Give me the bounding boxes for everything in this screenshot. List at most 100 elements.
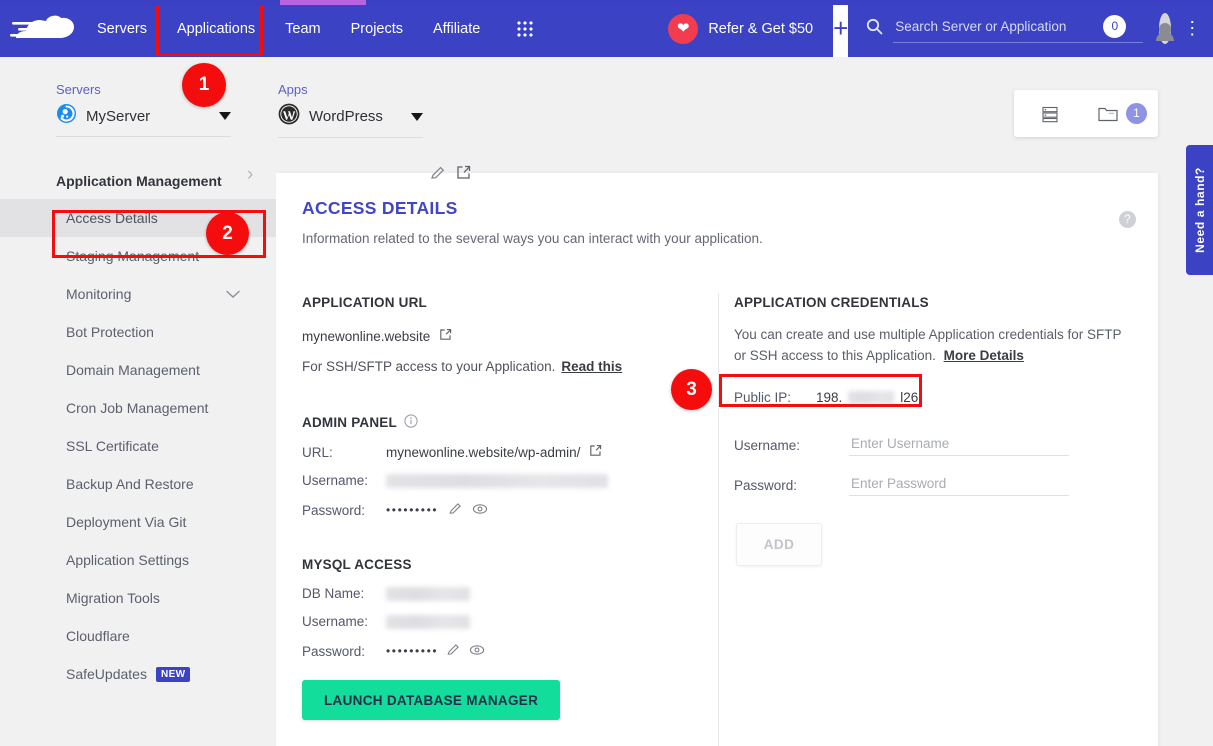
application-credentials-heading: APPLICATION CREDENTIALS	[734, 295, 1144, 310]
cloudways-logo[interactable]	[10, 9, 82, 49]
public-ip-suffix: l26	[900, 390, 918, 405]
application-url-row: mynewonline.website	[302, 327, 702, 345]
nav-item-team[interactable]: Team	[270, 0, 335, 57]
app-dropdown-caret[interactable]	[411, 113, 423, 121]
credentials-password-label: Password:	[734, 478, 849, 493]
main-nav: Servers Applications Team Projects Affil…	[82, 0, 543, 57]
sidebar-item-application-settings[interactable]: Application Settings	[0, 541, 276, 579]
application-url-heading: APPLICATION URL	[302, 295, 702, 310]
search-input[interactable]	[893, 18, 1103, 35]
folder-count-badge: 1	[1126, 103, 1147, 124]
search-field-wrapper: 0	[893, 15, 1143, 43]
sidebar-item-monitoring[interactable]: Monitoring	[0, 275, 276, 313]
pencil-icon[interactable]	[430, 165, 446, 186]
right-column: APPLICATION CREDENTIALS You can create a…	[734, 295, 1144, 566]
sidebar-item-cron-job-management[interactable]: Cron Job Management	[0, 389, 276, 427]
add-new-button[interactable]: +	[833, 0, 848, 57]
annotation-badge-1: 1	[182, 63, 226, 107]
more-details-link[interactable]: More Details	[944, 348, 1024, 363]
nav-item-projects[interactable]: Projects	[336, 0, 418, 57]
sidebar-item-label: SafeUpdates	[66, 666, 147, 682]
admin-username-value-masked	[386, 474, 608, 488]
add-credential-button[interactable]: ADD	[736, 523, 822, 566]
sidebar-item-label: Staging Management	[66, 248, 199, 264]
credentials-password-row: Password:	[734, 475, 1144, 496]
need-a-hand-tab[interactable]: Need a hand?	[1186, 145, 1213, 275]
application-url-value: mynewonline.website	[302, 329, 430, 344]
public-ip-row: Public IP: 198. l26	[734, 390, 1144, 405]
sidebar-item-backup-and-restore[interactable]: Backup And Restore	[0, 465, 276, 503]
mysql-username-label: Username:	[302, 614, 386, 629]
admin-panel-heading: ADMIN PANEL	[302, 414, 702, 431]
server-dropdown-caret[interactable]	[219, 112, 231, 120]
annotation-badge-3: 3	[671, 369, 712, 410]
credentials-password-field-wrapper	[849, 475, 1069, 496]
application-credentials-description: You can create and use multiple Applicat…	[734, 325, 1134, 367]
credentials-username-field-wrapper	[849, 435, 1069, 456]
sidebar-item-label: Cron Job Management	[66, 400, 208, 416]
sidebar-item-deployment-via-git[interactable]: Deployment Via Git	[0, 503, 276, 541]
read-this-link[interactable]: Read this	[561, 359, 622, 374]
server-cloud-icon	[56, 103, 77, 129]
sidebar-item-domain-management[interactable]: Domain Management	[0, 351, 276, 389]
wordpress-icon	[278, 103, 300, 130]
progress-fill	[280, 0, 366, 5]
need-a-hand-label: Need a hand?	[1193, 167, 1207, 253]
external-link-icon[interactable]	[438, 327, 453, 345]
credentials-username-input[interactable]	[849, 435, 1069, 452]
sidebar-item-label: Domain Management	[66, 362, 200, 378]
eye-icon[interactable]	[472, 502, 488, 519]
top-progress-bar	[0, 0, 1213, 5]
external-link-icon[interactable]	[588, 443, 603, 461]
sidebar-item-label: Application Settings	[66, 552, 189, 568]
mysql-dbname-row: DB Name:	[302, 586, 702, 601]
page-title: ACCESS DETAILS	[302, 198, 458, 219]
sidebar-item-label: Monitoring	[66, 286, 131, 302]
sidebar-item-label: Access Details	[66, 210, 158, 226]
nav-item-servers[interactable]: Servers	[82, 0, 162, 57]
launch-database-manager-button[interactable]: LAUNCH DATABASE MANAGER	[302, 680, 560, 720]
folder-view-button[interactable]: 1	[1086, 103, 1158, 124]
admin-username-label: Username:	[302, 473, 386, 488]
sidebar-item-label: Cloudflare	[66, 628, 130, 644]
grid-apps-icon[interactable]	[507, 21, 543, 37]
eye-icon[interactable]	[469, 643, 485, 660]
nav-item-affiliate[interactable]: Affiliate	[418, 0, 495, 57]
refer-and-get-button[interactable]: ❤ Refer & Get $50	[668, 14, 813, 44]
admin-password-row: Password: •••••••••	[302, 501, 702, 519]
sidebar-item-bot-protection[interactable]: Bot Protection	[0, 313, 276, 351]
admin-username-row: Username:	[302, 473, 702, 488]
column-divider	[718, 293, 719, 746]
annotation-badge-2: 2	[206, 212, 249, 255]
mysql-username-row: Username:	[302, 614, 702, 629]
admin-password-value: •••••••••	[386, 503, 438, 517]
sidebar-item-label: Deployment Via Git	[66, 514, 186, 530]
admin-url-label: URL:	[302, 445, 386, 460]
ssh-sftp-note-text: For SSH/SFTP access to your Application.	[302, 359, 555, 374]
page-root: Servers Applications Team Projects Affil…	[0, 0, 1213, 746]
question-mark-icon[interactable]: ?	[1119, 211, 1136, 228]
list-view-icon[interactable]	[1014, 104, 1086, 124]
admin-password-label: Password:	[302, 503, 386, 518]
pencil-icon[interactable]	[446, 642, 461, 660]
nav-item-applications[interactable]: Applications	[162, 0, 270, 57]
breadcrumb-app-name: WordPress	[309, 108, 383, 125]
pencil-icon[interactable]	[448, 501, 463, 519]
sidebar-item-ssl-certificate[interactable]: SSL Certificate	[0, 427, 276, 465]
info-circle-icon[interactable]	[404, 414, 418, 431]
credentials-password-input[interactable]	[849, 475, 1069, 492]
top-navigation-bar: Servers Applications Team Projects Affil…	[0, 0, 1213, 57]
sidebar-item-migration-tools[interactable]: Migration Tools	[0, 579, 276, 617]
sidebar-item-label: Migration Tools	[66, 590, 160, 606]
ssh-sftp-note: For SSH/SFTP access to your Application.…	[302, 359, 702, 374]
public-ip-prefix: 198.	[816, 390, 842, 405]
sidebar-item-safeupdates[interactable]: SafeUpdates NEW	[0, 655, 276, 693]
sidebar-item-cloudflare[interactable]: Cloudflare	[0, 617, 276, 655]
user-avatar-icon[interactable]	[1159, 13, 1171, 44]
external-link-icon[interactable]	[455, 164, 472, 186]
status-badge-new: NEW	[156, 667, 191, 682]
search-count-badge: 0	[1103, 15, 1126, 38]
credentials-username-label: Username:	[734, 438, 849, 453]
breadcrumb-app: Apps WordPress	[278, 82, 423, 138]
more-vertical-icon[interactable]: ⋮	[1183, 21, 1201, 35]
